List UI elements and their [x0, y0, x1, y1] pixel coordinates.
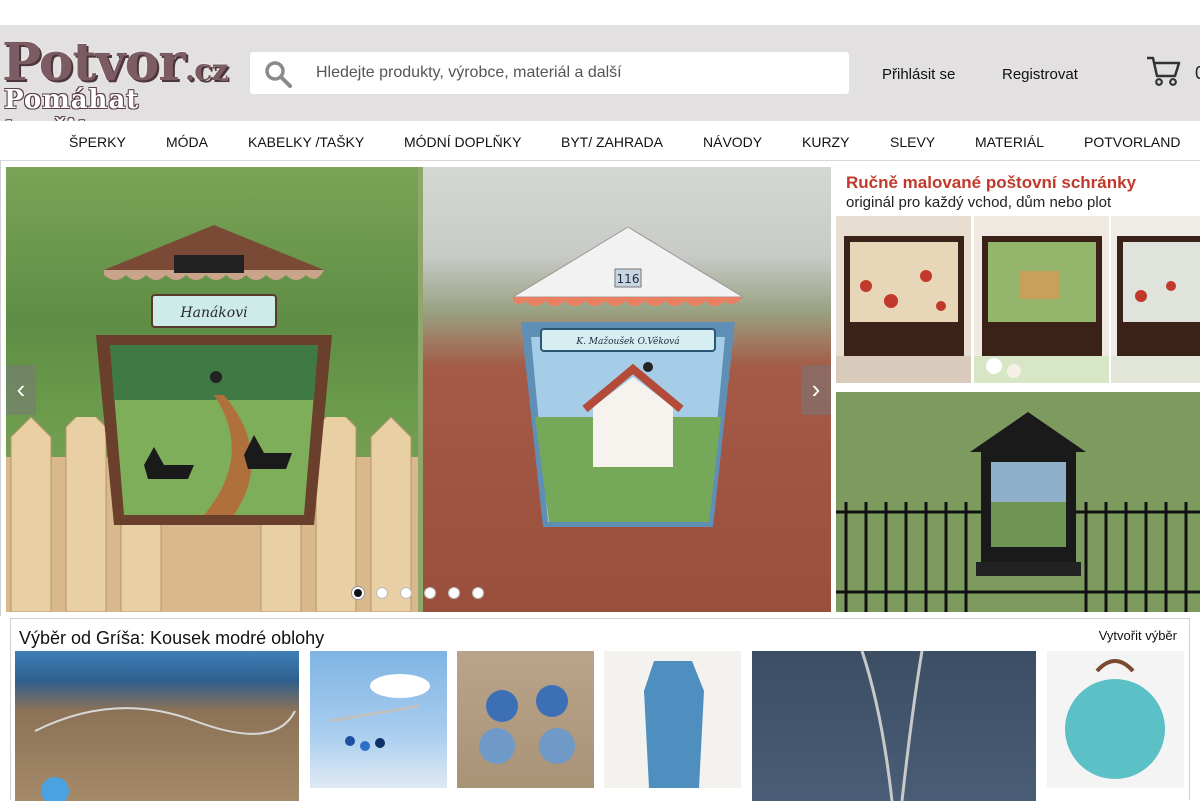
search-input[interactable] [316, 52, 836, 94]
hero-slider[interactable]: Hanákovi 116 K. Mažoušek O.Věková ‹ › [6, 167, 831, 612]
slide-image-right: 116 K. Mažoušek O.Věková [423, 167, 831, 612]
register-link[interactable]: Registrovat [1002, 66, 1078, 83]
nav-item-kurzy[interactable]: KURZY [802, 134, 849, 150]
create-selection-link[interactable]: Vytvořit výběr [1099, 628, 1177, 643]
slide-image-left: Hanákovi [6, 167, 418, 612]
cart-icon[interactable] [1146, 55, 1182, 87]
chevron-right-icon: › [811, 374, 821, 404]
slider-dot-3[interactable] [400, 587, 412, 599]
mailbox-illustration-left: Hanákovi [96, 225, 332, 525]
mailbox-illustration-right: 116 K. Mažoušek O.Věková [513, 227, 743, 527]
promo-thumb-3[interactable] [1111, 216, 1200, 383]
product-tile-2[interactable] [310, 651, 447, 788]
mailbox-name-left: Hanákovi [179, 305, 247, 321]
main-nav: ŠPERKY MÓDA KABELKY /TAŠKY MÓDNÍ DOPLŇKY… [0, 121, 1200, 161]
nav-item-material[interactable]: MATERIÁL [975, 134, 1044, 150]
nav-item-potvorland[interactable]: POTVORLAND [1084, 134, 1180, 150]
search-box [250, 52, 849, 94]
slider-next-button[interactable]: › [801, 365, 831, 415]
top-strip [0, 0, 1200, 25]
promo-thumb-2[interactable] [974, 216, 1109, 383]
chevron-left-icon: ‹ [16, 374, 26, 404]
cart-count[interactable]: 0 [1195, 63, 1200, 84]
nav-item-modni-doplnky[interactable]: MÓDNÍ DOPLŇKY [404, 134, 521, 150]
mailbox-name-right: K. Mažoušek O.Věková [575, 336, 679, 347]
login-link[interactable]: Přihlásit se [882, 66, 955, 83]
house-number: 116 [617, 272, 640, 286]
nav-item-byt-zahrada[interactable]: BYT/ ZAHRADA [561, 134, 663, 150]
slider-prev-button[interactable]: ‹ [6, 365, 36, 415]
nav-item-navody[interactable]: NÁVODY [703, 134, 762, 150]
slider-dot-5[interactable] [448, 587, 460, 599]
slider-dot-2[interactable] [376, 587, 388, 599]
nav-item-moda[interactable]: MÓDA [166, 134, 208, 150]
site-logo[interactable]: Potvor.cz Pomáhat tvořit [0, 33, 235, 146]
selection-title[interactable]: Výběr od Gríša: Kousek modré oblohy [19, 628, 324, 649]
product-tile-5[interactable] [752, 651, 1036, 801]
promo-banner[interactable]: Ručně malované poštovní schránky originá… [836, 167, 1200, 612]
slider-dot-1[interactable] [352, 587, 364, 599]
promo-title: Ručně malované poštovní schránky [846, 173, 1137, 192]
product-tile-4[interactable] [604, 651, 741, 788]
site-header: Potvor.cz Pomáhat tvořit Přihlásit se Re… [0, 25, 1200, 146]
promo-thumb-1[interactable] [836, 216, 971, 383]
promo-image-gate[interactable] [836, 392, 1200, 612]
promo-subtitle: originál pro každý vchod, dům nebo plot [846, 194, 1112, 211]
product-tile-3[interactable] [457, 651, 594, 788]
slider-dot-4[interactable] [424, 587, 436, 599]
product-tile-6[interactable] [1047, 651, 1184, 788]
nav-item-kabelky[interactable]: KABELKY /TAŠKY [248, 134, 364, 150]
nav-item-slevy[interactable]: SLEVY [890, 134, 935, 150]
product-tile-1[interactable] [15, 651, 299, 801]
curated-selection: Výběr od Gríša: Kousek modré oblohy Vytv… [10, 618, 1190, 801]
slider-dot-6[interactable] [472, 587, 484, 599]
search-icon[interactable] [264, 60, 292, 88]
nav-item-sperky[interactable]: ŠPERKY [69, 134, 126, 150]
